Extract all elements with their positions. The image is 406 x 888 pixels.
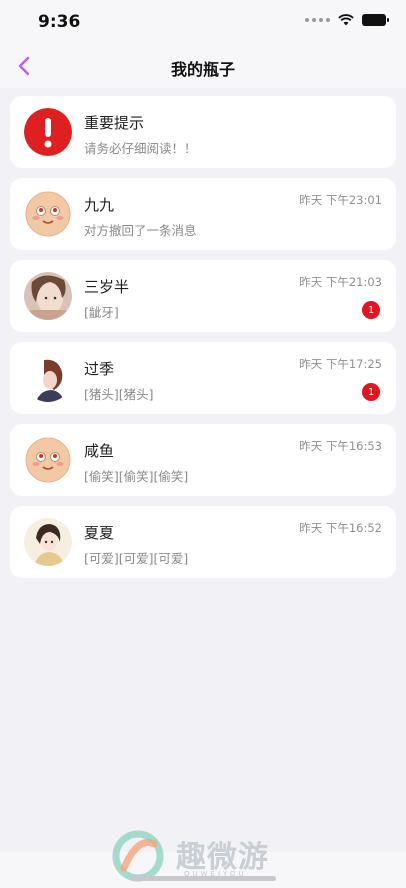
bottle-list: 重要提示 请务必仔细阅读！！ 九九 对方撤回了一条消息 昨天 下午23:01 三…: [10, 96, 396, 588]
list-item[interactable]: 夏夏 [可爱][可爱][可爱] 昨天 下午16:52: [10, 506, 396, 578]
item-name: 三岁半: [84, 278, 130, 296]
list-item[interactable]: 过季 [猪头][猪头] 昨天 下午17:25 1: [10, 342, 396, 414]
battery-icon: [362, 14, 389, 26]
item-name: 咸鱼: [84, 442, 115, 460]
item-preview: [偷笑][偷笑][偷笑]: [84, 469, 189, 484]
item-preview: [可爱][可爱][可爱]: [84, 551, 189, 566]
alert-icon: [24, 108, 72, 156]
list-item[interactable]: 重要提示 请务必仔细阅读！！: [10, 96, 396, 168]
item-name: 重要提示: [84, 114, 145, 132]
unread-badge: 1: [362, 383, 380, 401]
item-preview: 请务必仔细阅读！！: [84, 141, 197, 156]
status-bar: 9:36: [0, 0, 406, 44]
avatar: [24, 354, 72, 402]
avatar: [24, 436, 72, 484]
list-item[interactable]: 九九 对方撤回了一条消息 昨天 下午23:01: [10, 178, 396, 250]
item-preview: [猪头][猪头]: [84, 387, 154, 402]
item-time: 昨天 下午21:03: [299, 275, 382, 289]
wifi-icon: [338, 14, 354, 26]
item-name: 九九: [84, 196, 115, 214]
avatar: [24, 272, 72, 320]
status-time: 9:36: [38, 12, 81, 32]
avatar: [24, 518, 72, 566]
list-item[interactable]: 三岁半 [龇牙] 昨天 下午21:03 1: [10, 260, 396, 332]
item-time: 昨天 下午16:52: [299, 521, 382, 535]
item-preview: 对方撤回了一条消息: [84, 223, 197, 238]
page-title: 我的瓶子: [170, 60, 235, 79]
item-name: 过季: [84, 360, 115, 378]
item-preview: [龇牙]: [84, 305, 119, 320]
home-indicator: [130, 876, 276, 881]
item-time: 昨天 下午17:25: [299, 357, 382, 371]
signal-icon: [305, 18, 330, 22]
item-name: 夏夏: [84, 524, 115, 542]
list-item[interactable]: 咸鱼 [偷笑][偷笑][偷笑] 昨天 下午16:53: [10, 424, 396, 496]
item-time: 昨天 下午23:01: [299, 193, 382, 207]
unread-badge: 1: [362, 301, 380, 319]
item-time: 昨天 下午16:53: [299, 439, 382, 453]
nav-bar: 我的瓶子: [0, 44, 406, 88]
status-icons: [305, 14, 389, 26]
avatar: [24, 190, 72, 238]
